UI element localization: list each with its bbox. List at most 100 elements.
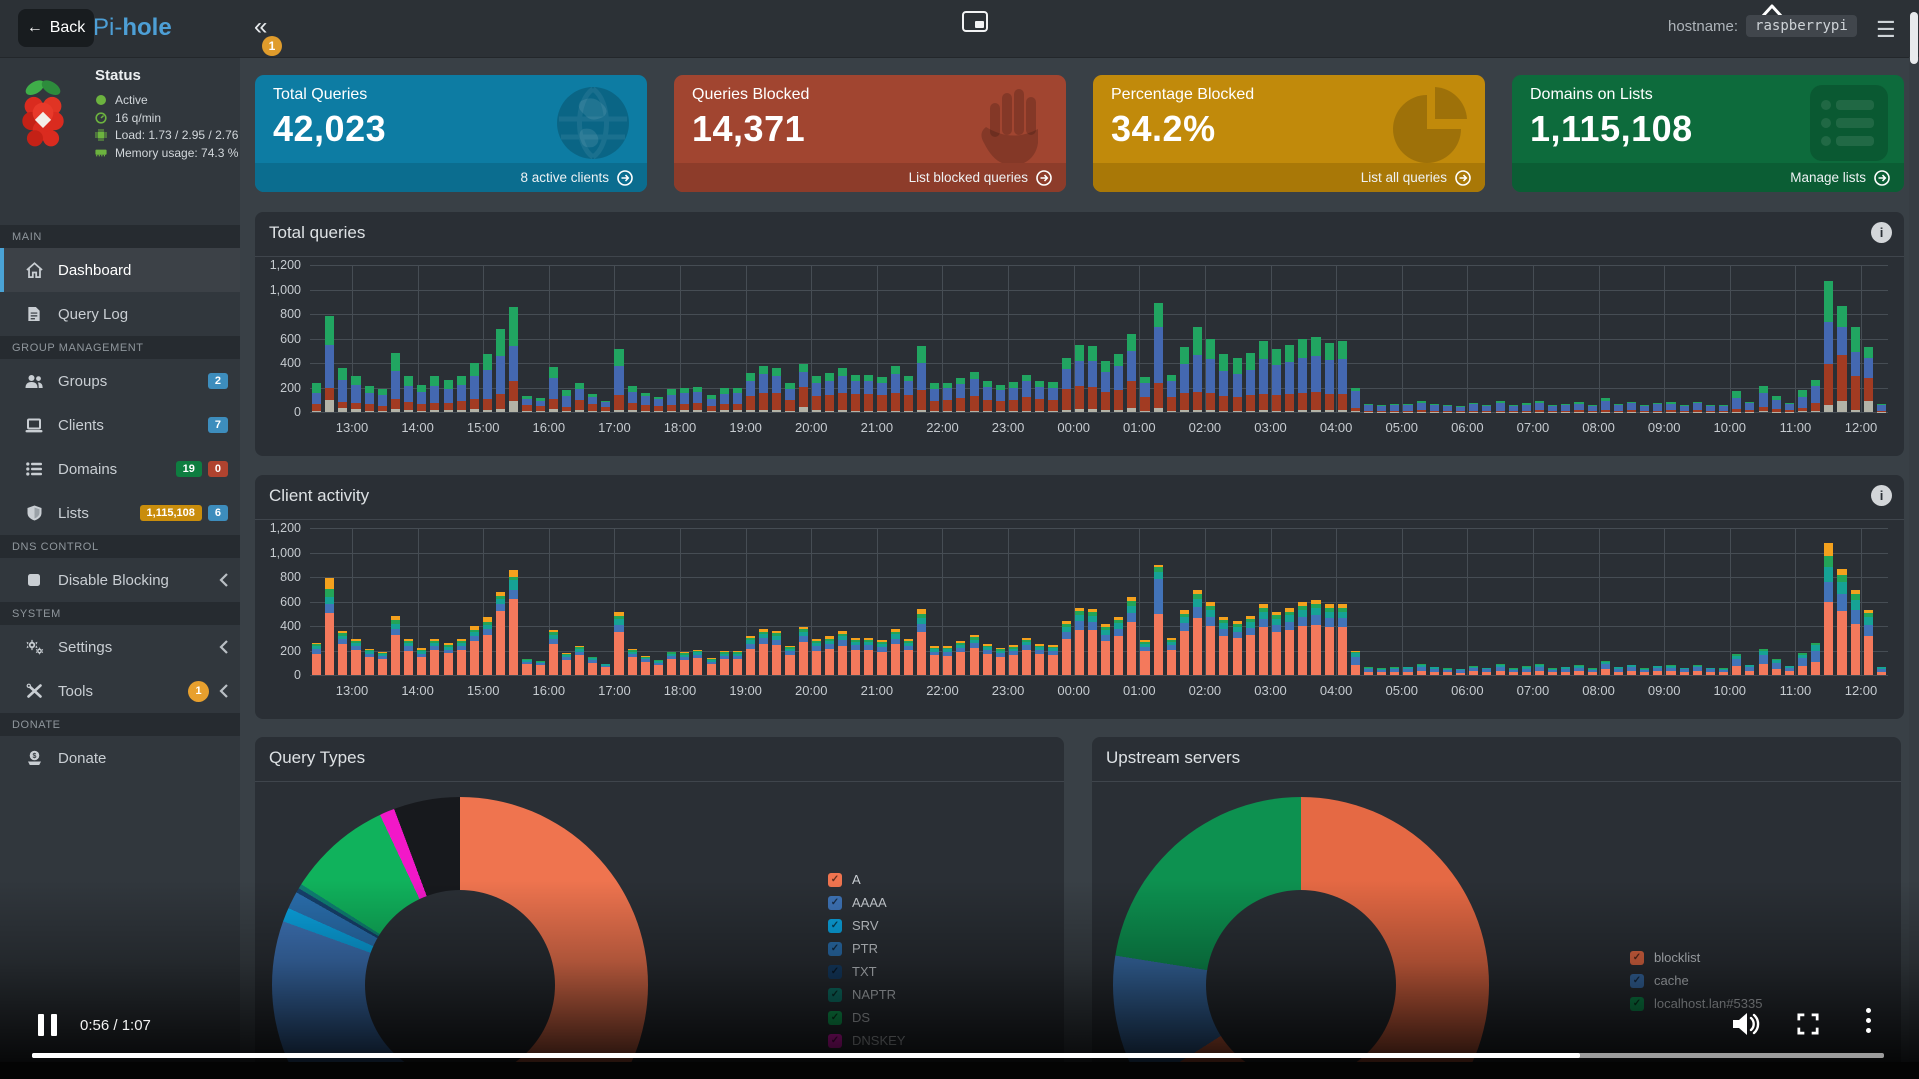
sidebar-item-query-log[interactable]: Query Log [0,292,240,336]
segment-blue [1246,628,1255,635]
segment-coral [1574,671,1583,675]
info-icon[interactable]: i [1871,222,1892,243]
segment-gray [522,411,531,412]
segment-gray [667,411,676,412]
stacked-bar [1062,358,1071,412]
segment-red [496,394,505,408]
sidebar-item-donate[interactable]: $Donate [0,736,240,780]
segment-blue [1864,358,1873,379]
segment-green [746,373,755,381]
back-button[interactable]: ← Back [18,9,94,47]
stacked-bar [1075,608,1084,675]
legend-item-naptr[interactable]: ✓NAPTR [828,983,905,1006]
segment-coral [628,657,637,675]
stacked-bar [1640,668,1649,675]
sidebar-collapse-icon[interactable]: « [254,15,267,39]
sidebar-item-groups[interactable]: Groups2 [0,359,240,403]
stacked-bar [1666,402,1675,412]
legend-item-blocklist[interactable]: ✓blocklist [1630,946,1762,969]
sidebar-item-domains[interactable]: Domains190 [0,447,240,491]
list-blocked-queries-link[interactable]: List blocked queries [674,163,1066,192]
segment-gray [1180,410,1189,412]
segment-teal [1837,582,1846,594]
legend-item-cache[interactable]: ✓cache [1630,969,1762,992]
legend-item-txt[interactable]: ✓TXT [828,960,905,983]
segment-green [1180,347,1189,364]
more-options-icon[interactable] [1866,1008,1871,1033]
fullscreen-icon[interactable] [1797,1013,1819,1035]
segment-gray [378,411,387,412]
stacked-bar [1509,405,1518,412]
stacked-bar [1338,604,1347,675]
stacked-bar [1101,361,1110,412]
segment-red [1219,396,1228,410]
sidebar-item-settings[interactable]: Settings [0,625,240,669]
legend-item-ds[interactable]: ✓DS [828,1006,905,1029]
manage-lists-link[interactable]: Manage lists [1512,163,1904,192]
chevron-left-icon [219,640,228,654]
legend-item-a[interactable]: ✓A [828,868,905,891]
client-activity-plot[interactable]: 02004006008001,0001,20013:0014:0015:0016… [310,528,1888,675]
x-axis-tick: 10:00 [1714,420,1747,435]
segment-red [864,394,873,411]
sidebar-item-clients[interactable]: Clients7 [0,403,240,447]
sidebar-item-disable-blocking[interactable]: Disable Blocking [0,558,240,602]
stacked-bar [996,648,1005,675]
segment-blue [325,345,334,388]
info-icon[interactable]: i [1871,485,1892,506]
scrollbar-thumb[interactable] [1910,12,1918,64]
sidebar-menu: MAINDashboardQuery LogGROUP MANAGEMENTGr… [0,225,240,780]
legend-item-srv[interactable]: ✓SRV [828,914,905,937]
segment-red [1338,394,1347,411]
arrow-circle-icon [1455,170,1471,186]
sidebar-item-tools[interactable]: Tools1 [0,669,240,713]
gridline [1599,528,1600,675]
segment-coral [1785,671,1794,675]
y-axis-tick: 200 [280,644,301,658]
segment-red [338,402,347,409]
brand-link[interactable]: Pi-hole [93,14,172,42]
segment-coral [746,649,755,675]
picture-in-picture-icon[interactable] [962,11,988,32]
segment-teal [1851,600,1860,610]
stacked-bar [1627,402,1636,412]
segment-red [891,393,900,411]
menu-icon[interactable]: ☰ [1876,17,1896,43]
segment-coral [1719,672,1728,675]
sidebar-item-lists[interactable]: Lists1,115,1086 [0,491,240,535]
segment-red [1311,392,1320,410]
stacked-bar [1390,667,1399,675]
segment-coral [1509,672,1518,675]
legend-item-ptr[interactable]: ✓PTR [828,937,905,960]
segment-coral [1535,671,1544,675]
segment-gray [1154,408,1163,412]
segment-blue [483,370,492,398]
volume-icon[interactable] [1730,1010,1760,1038]
stacked-bar [851,375,860,412]
count-badge: 7 [208,417,228,433]
sidebar-item-dashboard[interactable]: Dashboard [0,248,240,292]
segment-blue [1837,327,1846,355]
stacked-bar [1154,303,1163,412]
segment-blue [812,383,821,396]
pause-button[interactable] [38,1014,57,1036]
total-queries-plot[interactable]: 02004006008001,0001,20013:0014:0015:0016… [310,265,1888,412]
active-clients-link[interactable]: 8 active clients [255,163,647,192]
count-badge: 19 [176,461,202,477]
segment-teal [1193,599,1202,607]
gridline [310,265,1888,266]
segment-coral [1627,671,1636,675]
list-icon [1808,83,1890,163]
query-types-donut[interactable] [272,797,648,1079]
legend-item-dnskey[interactable]: ✓DNSKEY [828,1029,905,1052]
x-axis-tick: 08:00 [1582,683,1615,698]
stacked-bar [1180,610,1189,675]
segment-coral [1693,671,1702,675]
x-axis-tick: 08:00 [1582,420,1615,435]
x-axis-tick: 00:00 [1057,420,1090,435]
upstream-servers-donut[interactable] [1113,797,1489,1079]
list-all-queries-link[interactable]: List all queries [1093,163,1485,192]
legend-item-aaaa[interactable]: ✓AAAA [828,891,905,914]
segment-blue [1285,622,1294,630]
video-progress-bar[interactable] [32,1053,1884,1058]
